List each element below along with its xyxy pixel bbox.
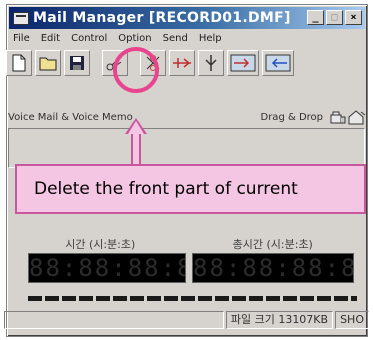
send-button[interactable] [227, 50, 259, 76]
maximize-button[interactable]: □ [326, 10, 343, 25]
menu-edit[interactable]: Edit [41, 33, 60, 49]
menu-help[interactable]: Help [199, 33, 222, 49]
split-button[interactable] [198, 50, 224, 76]
receive-icon [265, 54, 291, 72]
total-time-display: 88:88:88:88 [192, 253, 354, 283]
current-time-display: 88:88:88:88 [28, 253, 186, 283]
highlight-circle [113, 47, 159, 93]
drag-drop-label: Drag & Drop [260, 111, 324, 123]
split-icon [205, 55, 217, 71]
status-file-size: 파일 크기 13107KB [225, 311, 334, 329]
send-icon [230, 54, 256, 72]
receive-button[interactable] [262, 50, 294, 76]
control-panel [8, 128, 365, 168]
callout-text: Delete the front part of current [34, 179, 298, 199]
mode-bar: Voice Mail & Voice Memo Drag & Drop [8, 108, 367, 126]
voice-mail-label: Voice Mail & Voice Memo [8, 111, 133, 123]
callout-pointer [131, 133, 141, 166]
mailbox-icon[interactable] [329, 109, 347, 125]
title-bar[interactable]: Mail Manager [RECORD01.DMF] _ □ × [9, 7, 365, 29]
open-folder-icon [39, 57, 57, 71]
toolbar [6, 48, 367, 78]
time-labels: 시간 (시:분:초) 총시간 (시:분:초) [14, 236, 359, 251]
total-time-label: 총시간 (시:분:초) [232, 238, 313, 251]
window-title: Mail Manager [RECORD01.DMF] [33, 10, 291, 26]
open-button[interactable] [35, 50, 61, 76]
window-controls: _ □ × [307, 10, 362, 25]
merge-icon [173, 58, 191, 68]
merge-button[interactable] [169, 50, 195, 76]
app-icon [13, 11, 29, 25]
save-icon [70, 56, 84, 70]
minimize-button[interactable]: _ [307, 10, 324, 25]
status-message [4, 311, 224, 329]
waveform-bar [28, 296, 357, 301]
menu-send[interactable]: Send [163, 33, 188, 49]
mail-send-icon[interactable] [347, 109, 367, 125]
new-file-icon [12, 54, 26, 72]
close-button[interactable]: × [345, 10, 362, 25]
menu-bar: File Edit Control Option Send Help [11, 33, 363, 49]
menu-file[interactable]: File [13, 33, 30, 49]
current-time-label: 시간 (시:분:초) [65, 238, 136, 251]
save-button[interactable] [64, 50, 90, 76]
menu-control[interactable]: Control [71, 33, 107, 49]
status-mode: SHO [335, 311, 369, 329]
annotation-callout: Delete the front part of current [15, 164, 366, 214]
status-bar: 파일 크기 13107KB SHO [4, 311, 369, 329]
new-file-button[interactable] [6, 50, 32, 76]
